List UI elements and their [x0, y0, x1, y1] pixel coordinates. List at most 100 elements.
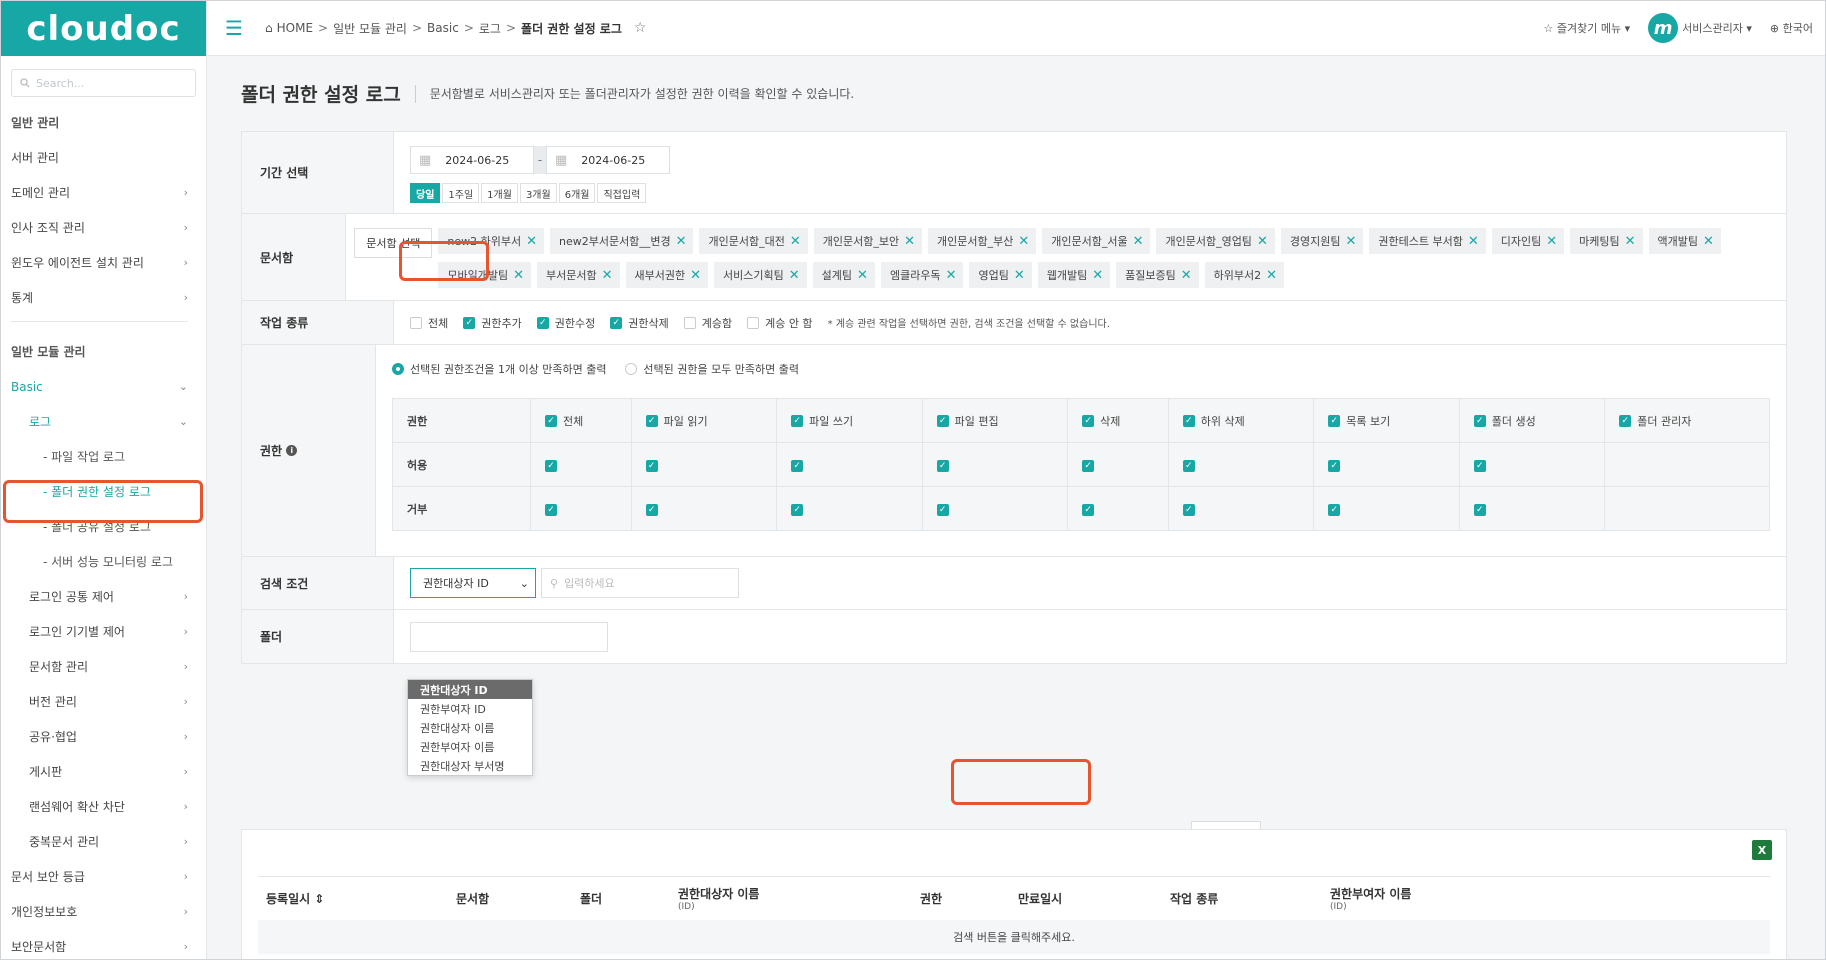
perm-checkbox[interactable]: ✓	[1082, 503, 1095, 516]
sidebar-item[interactable]: 로그인 공통 제어 ›	[1, 579, 206, 614]
dropdown-option[interactable]: 권한부여자 이름	[408, 737, 532, 756]
perm-column-checkbox[interactable]: ✓ 파일 쓰기	[791, 413, 853, 429]
breadcrumb-item[interactable]: Basic	[427, 21, 459, 35]
remove-tag-icon[interactable]: ✕	[1257, 234, 1268, 249]
remove-tag-icon[interactable]: ✕	[790, 234, 801, 249]
perm-column-checkbox[interactable]: ✓ 파일 편집	[936, 413, 999, 429]
folder-input[interactable]	[410, 621, 608, 652]
info-icon[interactable]: i	[286, 445, 298, 456]
remove-tag-icon[interactable]: ✕	[1345, 234, 1356, 249]
remove-tag-icon[interactable]: ✕	[857, 268, 868, 283]
work-type-checkbox[interactable]: 전체	[410, 315, 448, 331]
sidebar-item[interactable]: 통계 ›	[1, 280, 206, 315]
favorites-menu[interactable]: ☆ 즐겨찾기 메뉴 ▾	[1544, 20, 1631, 36]
date-from-input[interactable]: ▦ 2024-06-25	[410, 146, 534, 174]
sidebar-item[interactable]: 로그 ⌄	[1, 404, 206, 439]
sidebar-item[interactable]: - 서버 성능 모니터링 로그	[1, 544, 206, 579]
remove-tag-icon[interactable]: ✕	[1133, 234, 1144, 249]
remove-tag-icon[interactable]: ✕	[1546, 234, 1557, 249]
sidebar-item[interactable]: 버전 관리 ›	[1, 684, 206, 719]
sidebar-item[interactable]: - 파일 작업 로그	[1, 439, 206, 474]
sidebar-item[interactable]: 게시판 ›	[1, 754, 206, 789]
remove-tag-icon[interactable]: ✕	[1266, 268, 1277, 283]
sidebar-item[interactable]: 개인정보보호 ›	[1, 894, 206, 929]
language-menu[interactable]: ⊕ 한국어	[1770, 20, 1813, 36]
sidebar-search-input[interactable]: Search...	[11, 69, 196, 97]
search-condition-select[interactable]: 권한대상자 ID ⌄	[410, 568, 536, 598]
period-button[interactable]: 당일	[410, 183, 441, 203]
perm-radio-all[interactable]: 선택된 권한을 모두 만족하면 출력	[625, 361, 799, 377]
perm-checkbox[interactable]: ✓	[1328, 503, 1341, 516]
sidebar-item[interactable]: 공유·협업 ›	[1, 719, 206, 754]
user-menu[interactable]: m 서비스관리자 ▾	[1648, 13, 1752, 43]
sidebar-item[interactable]: 윈도우 에이전트 설치 관리 ›	[1, 245, 206, 280]
remove-tag-icon[interactable]: ✕	[1092, 268, 1103, 283]
perm-checkbox[interactable]: ✓	[1182, 503, 1195, 516]
work-type-checkbox[interactable]: ✓ 권한추가	[463, 315, 522, 331]
perm-checkbox[interactable]: ✓	[791, 503, 804, 516]
breadcrumb-item[interactable]: 로그	[479, 20, 501, 37]
sidebar-item[interactable]: 랜섬웨어 확산 차단 ›	[1, 789, 206, 824]
perm-radio-any[interactable]: 선택된 권한조건을 1개 이상 만족하면 출력	[392, 361, 607, 377]
perm-checkbox[interactable]: ✓	[545, 459, 557, 472]
perm-checkbox[interactable]: ✓	[645, 503, 658, 516]
remove-tag-icon[interactable]: ✕	[602, 268, 613, 283]
excel-export-icon[interactable]: X	[1752, 840, 1772, 860]
remove-tag-icon[interactable]: ✕	[1625, 234, 1636, 249]
date-to-input[interactable]: ▦ 2024-06-25	[546, 146, 670, 174]
sidebar-item[interactable]: 문서 보안 등급 ›	[1, 859, 206, 894]
sidebar-item[interactable]: 문서함 관리 ›	[1, 649, 206, 684]
perm-checkbox[interactable]: ✓	[645, 459, 658, 472]
dropdown-option[interactable]: 권한대상자 ID	[408, 680, 532, 699]
remove-tag-icon[interactable]: ✕	[1703, 234, 1714, 249]
perm-checkbox[interactable]: ✓	[936, 503, 949, 516]
remove-tag-icon[interactable]: ✕	[789, 268, 800, 283]
perm-checkbox[interactable]: ✓	[1473, 459, 1486, 472]
remove-tag-icon[interactable]: ✕	[690, 268, 701, 283]
period-button[interactable]: 1개월	[481, 183, 518, 203]
perm-column-checkbox[interactable]: ✓ 파일 읽기	[645, 413, 708, 429]
perm-checkbox[interactable]: ✓	[1473, 503, 1486, 516]
app-logo[interactable]: cloudoc	[1, 1, 206, 56]
remove-tag-icon[interactable]: ✕	[1018, 234, 1029, 249]
dropdown-option[interactable]: 권한부여자 ID	[408, 699, 532, 718]
perm-checkbox[interactable]: ✓	[1082, 459, 1095, 472]
perm-column-checkbox[interactable]: ✓ 삭제	[1082, 413, 1120, 429]
favorite-star-icon[interactable]: ☆	[634, 20, 647, 36]
perm-column-checkbox[interactable]: ✓ 폴더 관리자	[1619, 413, 1691, 429]
remove-tag-icon[interactable]: ✕	[1468, 234, 1479, 249]
perm-checkbox[interactable]: ✓	[545, 503, 557, 516]
menu-toggle-icon[interactable]: ☰	[225, 16, 247, 40]
sidebar-item[interactable]: 로그인 기기별 제어 ›	[1, 614, 206, 649]
remove-tag-icon[interactable]: ✕	[526, 234, 537, 249]
perm-checkbox[interactable]: ✓	[791, 459, 804, 472]
work-type-checkbox[interactable]: ✓ 권한수정	[536, 315, 595, 331]
remove-tag-icon[interactable]: ✕	[946, 268, 957, 283]
perm-column-checkbox[interactable]: ✓ 전체	[545, 413, 583, 429]
sidebar-item[interactable]: 보안문서함 ›	[1, 929, 206, 959]
sidebar-item[interactable]: 인사 조직 관리 ›	[1, 210, 206, 245]
perm-checkbox[interactable]: ✓	[1328, 459, 1341, 472]
period-button[interactable]: 3개월	[519, 183, 557, 203]
period-button[interactable]: 1주일	[442, 183, 480, 203]
sidebar-item[interactable]: 중복문서 관리 ›	[1, 824, 206, 859]
remove-tag-icon[interactable]: ✕	[1181, 268, 1192, 283]
sidebar-item[interactable]: 서버 관리	[1, 140, 206, 175]
perm-column-checkbox[interactable]: ✓ 목록 보기	[1328, 413, 1390, 429]
home-icon[interactable]: ⌂	[265, 21, 273, 35]
work-type-checkbox[interactable]: ✓ 권한삭제	[610, 315, 669, 331]
work-type-checkbox[interactable]: 계승 안 함	[747, 315, 813, 331]
remove-tag-icon[interactable]: ✕	[904, 234, 915, 249]
sidebar-item[interactable]: 도메인 관리 ›	[1, 175, 206, 210]
remove-tag-icon[interactable]: ✕	[1014, 268, 1025, 283]
perm-column-checkbox[interactable]: ✓ 폴더 생성	[1473, 413, 1536, 429]
breadcrumb-item[interactable]: 일반 모듈 관리	[333, 20, 407, 37]
remove-tag-icon[interactable]: ✕	[676, 234, 687, 249]
perm-checkbox[interactable]: ✓	[936, 459, 949, 472]
dropdown-option[interactable]: 권한대상자 이름	[408, 718, 532, 737]
period-button[interactable]: 직접입력	[597, 183, 647, 203]
period-button[interactable]: 6개월	[558, 183, 596, 203]
dropdown-option[interactable]: 권한대상자 부서명	[408, 756, 532, 775]
perm-column-checkbox[interactable]: ✓ 하위 삭제	[1182, 413, 1245, 429]
results-column-header[interactable]: 등록일시 ⇕	[266, 890, 324, 907]
